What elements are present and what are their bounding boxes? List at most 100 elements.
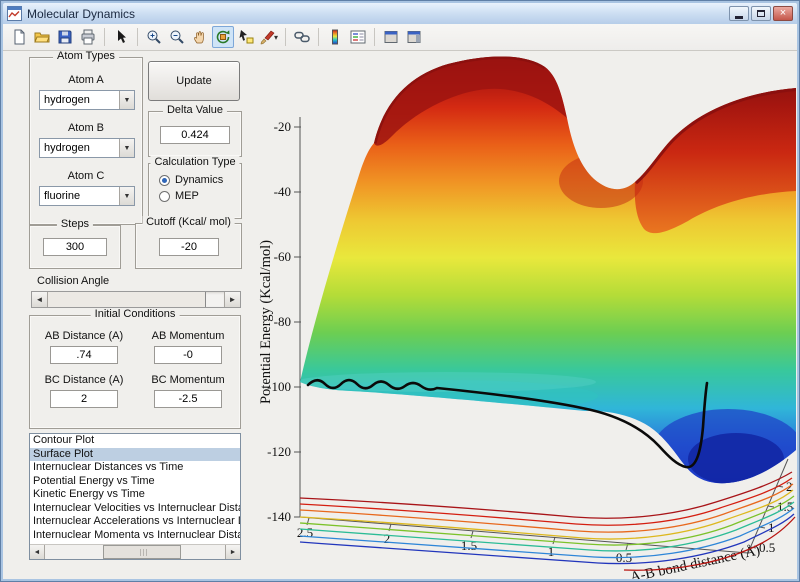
pan-button[interactable] xyxy=(189,26,211,48)
insert-legend-button[interactable] xyxy=(347,26,369,48)
zoom-out-icon xyxy=(169,29,185,45)
maximize-icon xyxy=(757,10,765,17)
hide-plot-tools-button[interactable] xyxy=(380,26,402,48)
colorbar-icon xyxy=(327,29,343,45)
atom-a-label: Atom A xyxy=(30,74,142,86)
slider-track[interactable] xyxy=(48,292,224,307)
ab-distance-field[interactable]: .74 xyxy=(50,346,118,364)
minimize-button[interactable] xyxy=(729,6,749,21)
list-item[interactable]: Internuclear Accelerations vs Internucle… xyxy=(30,515,240,529)
delta-value-field[interactable]: 0.424 xyxy=(160,126,230,144)
z-tick-label: -120 xyxy=(267,444,291,459)
edit-plot-button[interactable] xyxy=(110,26,132,48)
atom-c-value: fluorine xyxy=(40,187,119,205)
collision-angle-label: Collision Angle xyxy=(37,275,109,287)
mep-radio-label: MEP xyxy=(175,190,199,202)
toolbar-separator xyxy=(104,28,105,46)
bc-momentum-field[interactable]: -2.5 xyxy=(154,390,222,408)
app-window: Molecular Dynamics × xyxy=(0,0,800,582)
zoom-in-button[interactable] xyxy=(143,26,165,48)
link-plots-button[interactable] xyxy=(291,26,313,48)
show-plot-tools-button[interactable] xyxy=(403,26,425,48)
print-figure-button[interactable] xyxy=(77,26,99,48)
atom-c-dropdown[interactable]: fluorine ▼ xyxy=(39,186,135,206)
chevron-down-icon[interactable]: ▼ xyxy=(119,187,134,205)
list-item[interactable]: Kinetic Energy vs Time xyxy=(30,488,240,502)
title-bar[interactable]: Molecular Dynamics × xyxy=(3,3,797,24)
bc-distance-field[interactable]: 2 xyxy=(50,390,118,408)
list-item[interactable]: Potential Energy vs Time xyxy=(30,475,240,489)
zoom-out-button[interactable] xyxy=(166,26,188,48)
y-tick-label: 1 xyxy=(548,544,555,559)
figure-window-icon xyxy=(7,6,22,21)
scrollbar-thumb[interactable] xyxy=(103,545,181,559)
list-item[interactable]: Contour Plot xyxy=(30,434,240,448)
z-tick-label: -140 xyxy=(267,509,291,524)
list-item[interactable]: Internuclear Momenta vs Internuclear Dis… xyxy=(30,529,240,543)
cutoff-panel-title: Cutoff (Kcal/ mol) xyxy=(142,216,235,228)
z-axis-label: Potential Energy (Kcal/mol) xyxy=(258,240,274,404)
toolbar-separator xyxy=(374,28,375,46)
pointer-arrow-icon xyxy=(113,29,129,45)
save-figure-button[interactable] xyxy=(54,26,76,48)
y-tick-label: 2.5 xyxy=(297,525,313,540)
list-item-selected[interactable]: Surface Plot xyxy=(30,448,240,462)
list-item[interactable]: Internuclear Velocities vs Internuclear … xyxy=(30,502,240,516)
scrollbar-track[interactable] xyxy=(45,545,225,559)
steps-field[interactable]: 300 xyxy=(43,238,107,256)
plot-type-listbox[interactable]: Contour Plot Surface Plot Internuclear D… xyxy=(29,433,241,560)
brush-dropdown-caret[interactable]: ▾ xyxy=(274,33,278,42)
insert-colorbar-button[interactable] xyxy=(324,26,346,48)
collision-angle-slider[interactable]: ◄ ► xyxy=(31,291,241,308)
rotate-3d-icon xyxy=(215,29,231,45)
calculation-type-panel-title: Calculation Type xyxy=(150,156,239,168)
rotate-3d-button[interactable] xyxy=(212,26,234,48)
legend-icon xyxy=(350,29,366,45)
printer-icon xyxy=(80,29,96,45)
z-tick-label: -80 xyxy=(274,314,291,329)
bc-momentum-label: BC Momentum xyxy=(138,374,238,386)
cutoff-field[interactable]: -20 xyxy=(159,238,219,256)
atom-b-label: Atom B xyxy=(30,122,142,134)
new-file-icon xyxy=(11,29,27,45)
atom-a-dropdown[interactable]: hydrogen ▼ xyxy=(39,90,135,110)
chevron-down-icon[interactable]: ▼ xyxy=(119,91,134,109)
scroll-right-arrow-icon[interactable]: ► xyxy=(225,545,240,559)
delta-value-panel-title: Delta Value xyxy=(163,104,227,116)
initial-conditions-panel: Initial Conditions AB Distance (A) AB Mo… xyxy=(29,315,241,429)
mep-radio[interactable] xyxy=(159,191,170,202)
save-floppy-icon xyxy=(57,29,73,45)
zoom-in-icon xyxy=(146,29,162,45)
potential-energy-surface xyxy=(294,56,797,493)
brush-button[interactable]: ▾ xyxy=(258,26,280,48)
atom-b-value: hydrogen xyxy=(40,139,119,157)
toolbar-separator xyxy=(318,28,319,46)
surface-plot-axes[interactable]: -20 -40 -60 -80 -100 -120 -140 2.5 2 1.5… xyxy=(256,51,797,579)
slider-thumb[interactable] xyxy=(48,292,206,307)
list-item[interactable]: Internuclear Distances vs Time xyxy=(30,461,240,475)
calculation-type-panel: Calculation Type Dynamics MEP xyxy=(148,163,242,219)
show-plot-tools-icon xyxy=(406,29,422,45)
listbox-horizontal-scrollbar[interactable]: ◄ ► xyxy=(30,544,240,559)
dynamics-radio[interactable] xyxy=(159,175,170,186)
ab-momentum-field[interactable]: -0 xyxy=(154,346,222,364)
ab-momentum-label: AB Momentum xyxy=(138,330,238,342)
figure-toolbar: ▾ xyxy=(3,24,797,51)
open-file-button[interactable] xyxy=(31,26,53,48)
data-cursor-icon xyxy=(238,29,254,45)
atom-b-dropdown[interactable]: hydrogen ▼ xyxy=(39,138,135,158)
update-button[interactable]: Update xyxy=(148,61,240,101)
scroll-left-arrow-icon[interactable]: ◄ xyxy=(30,545,45,559)
hand-pan-icon xyxy=(192,29,208,45)
z-tick-label: -40 xyxy=(274,184,291,199)
chevron-down-icon[interactable]: ▼ xyxy=(119,139,134,157)
initial-conditions-panel-title: Initial Conditions xyxy=(91,308,180,320)
slider-left-arrow-icon[interactable]: ◄ xyxy=(32,292,48,307)
data-cursor-button[interactable] xyxy=(235,26,257,48)
toolbar-separator xyxy=(137,28,138,46)
maximize-button[interactable] xyxy=(751,6,771,21)
slider-right-arrow-icon[interactable]: ► xyxy=(224,292,240,307)
x-axis-label: A-B bond distance (Å) xyxy=(629,542,762,579)
new-figure-button[interactable] xyxy=(8,26,30,48)
close-button[interactable]: × xyxy=(773,6,793,21)
